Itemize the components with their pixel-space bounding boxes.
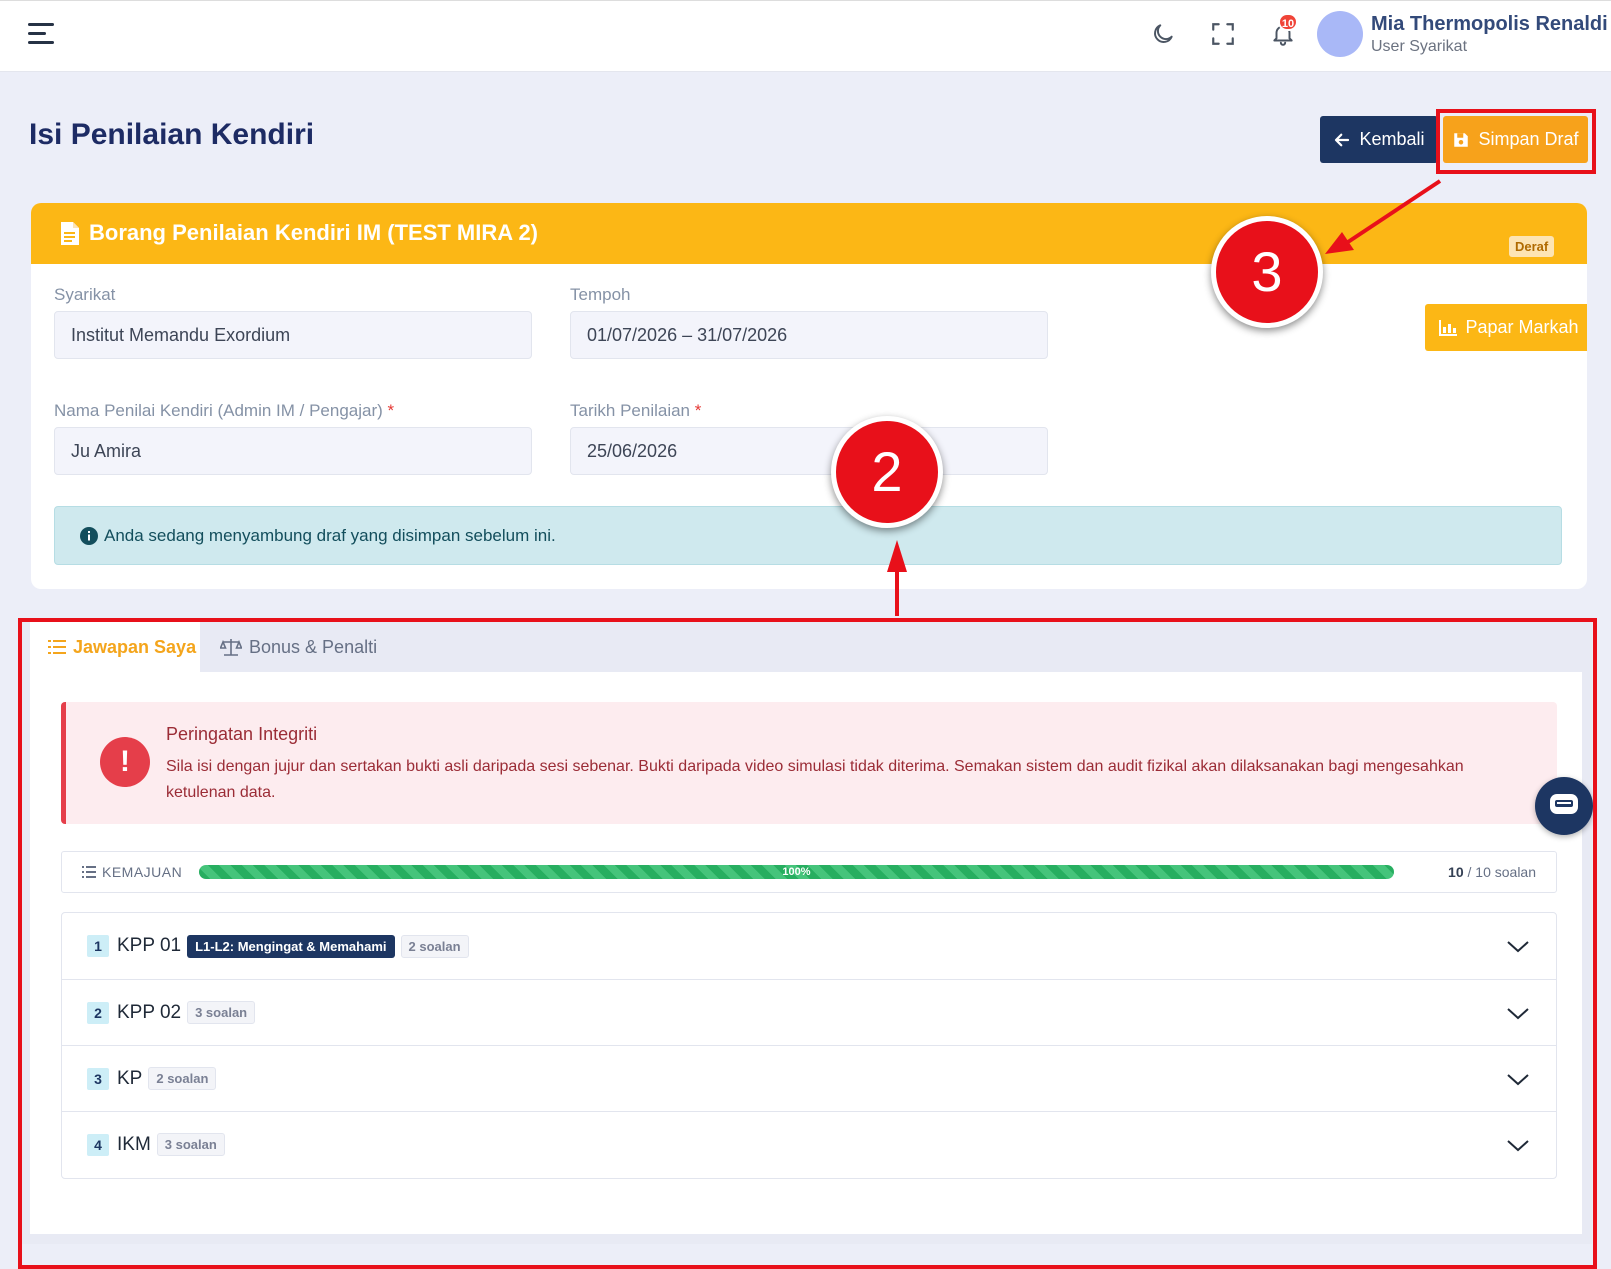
- annotation-marker-3: 3: [1211, 216, 1323, 328]
- annotation-marker-2: 2: [831, 416, 943, 528]
- annotation-arrows: [887, 179, 1442, 616]
